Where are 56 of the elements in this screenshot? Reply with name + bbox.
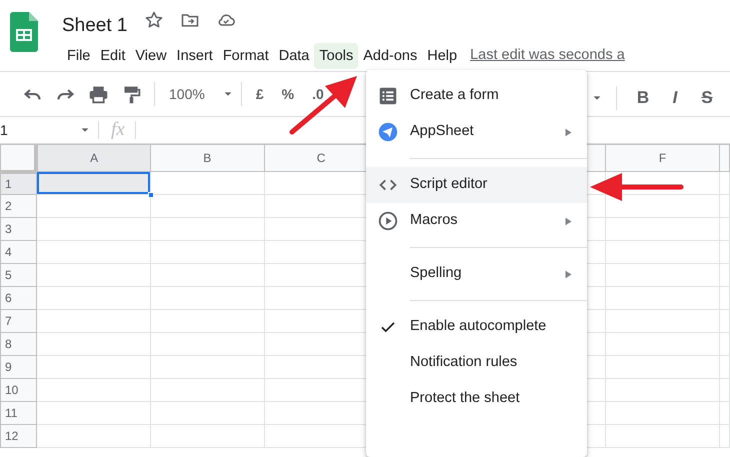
menu-option[interactable]: Macros bbox=[366, 203, 587, 239]
document-title[interactable]: Sheet 1 bbox=[62, 13, 128, 39]
menu-item[interactable]: Tools bbox=[314, 43, 358, 69]
star-icon[interactable] bbox=[144, 10, 164, 30]
cell-reference[interactable]: 1 bbox=[0, 120, 80, 140]
menu-option-label: Create a form bbox=[410, 86, 500, 106]
menu-option[interactable]: Spelling bbox=[366, 256, 587, 292]
row-header[interactable]: 2 bbox=[5, 199, 12, 213]
form-icon bbox=[377, 85, 399, 107]
row-header[interactable]: 6 bbox=[5, 291, 12, 305]
text-style-button[interactable]: B bbox=[631, 85, 655, 110]
text-style-button[interactable]: I bbox=[663, 85, 687, 110]
format-button[interactable]: .0 bbox=[312, 84, 324, 104]
menu-option[interactable]: Notification rules bbox=[366, 345, 587, 381]
menu-item[interactable]: Insert bbox=[172, 43, 218, 69]
menu-item[interactable]: Format bbox=[218, 43, 274, 69]
row-header[interactable]: 9 bbox=[5, 360, 12, 374]
sheets-logo-icon[interactable] bbox=[10, 12, 38, 52]
menu-option[interactable]: Script editor bbox=[366, 167, 587, 203]
row-header[interactable]: 5 bbox=[5, 268, 12, 282]
menu-option-label: Spelling bbox=[410, 264, 463, 284]
menu-item[interactable]: Add-ons bbox=[358, 43, 422, 69]
function-label: fx bbox=[111, 118, 125, 142]
menu-option-label: Script editor bbox=[410, 175, 488, 194]
row-header[interactable]: 7 bbox=[5, 314, 12, 328]
menu-item[interactable]: Help bbox=[422, 43, 462, 69]
fill-handle[interactable] bbox=[148, 192, 154, 198]
menu-item[interactable]: Data bbox=[274, 43, 314, 69]
menu-option[interactable]: AppSheet bbox=[366, 114, 587, 150]
menu-option[interactable]: Enable autocomplete bbox=[366, 309, 587, 345]
menu-item[interactable]: File bbox=[62, 43, 96, 69]
row-header[interactable]: 3 bbox=[5, 222, 12, 236]
menu-option-label: Macros bbox=[410, 211, 459, 230]
text-style-button[interactable]: S bbox=[695, 85, 719, 110]
menu-option-label: Notification rules bbox=[410, 353, 518, 372]
column-header[interactable]: B bbox=[203, 151, 212, 165]
play-circle-icon bbox=[377, 210, 399, 232]
last-edit-link[interactable]: Last edit was seconds a bbox=[470, 45, 625, 67]
zoom-dropdown[interactable]: 100% bbox=[169, 84, 205, 104]
menu-option-label: AppSheet bbox=[410, 122, 475, 142]
paper-plane-icon bbox=[377, 121, 399, 143]
menu-option[interactable]: Protect the sheet bbox=[366, 381, 587, 417]
column-header[interactable]: A bbox=[90, 151, 98, 165]
row-header[interactable]: 1 bbox=[5, 176, 12, 191]
menu-option[interactable]: Create a form bbox=[366, 78, 587, 114]
column-header[interactable]: C bbox=[316, 151, 326, 165]
row-header[interactable]: 8 bbox=[5, 337, 12, 351]
menu-item[interactable]: View bbox=[130, 43, 172, 69]
menu-item[interactable]: Edit bbox=[95, 43, 130, 69]
row-header[interactable]: 4 bbox=[5, 245, 12, 259]
print-icon[interactable] bbox=[88, 84, 109, 104]
menu-option-label: Protect the sheet bbox=[410, 389, 521, 408]
format-button[interactable]: % bbox=[282, 84, 294, 104]
column-header[interactable]: F bbox=[658, 151, 666, 165]
format-button[interactable]: £ bbox=[256, 84, 264, 104]
menu-option-label: Enable autocomplete bbox=[410, 317, 548, 336]
